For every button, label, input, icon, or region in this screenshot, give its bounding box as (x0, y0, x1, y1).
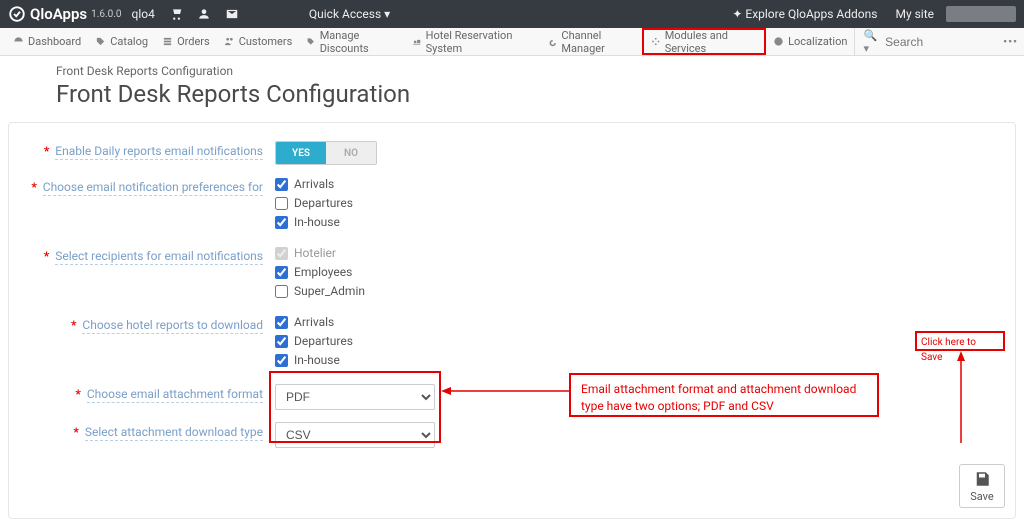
page-title: Front Desk Reports Configuration (56, 80, 1008, 108)
nav-localization[interactable]: Localization (766, 28, 854, 55)
search-icon[interactable]: 🔍 ▾ (863, 29, 881, 55)
recip-hotelier-checkbox (275, 247, 288, 260)
breadcrumb: Front Desk Reports Configuration (56, 64, 1008, 78)
my-site-link[interactable]: My site (895, 7, 934, 21)
quick-access-menu[interactable]: Quick Access ▾ (309, 7, 390, 21)
annotation-arrow-left (441, 383, 571, 399)
recip-hotelier-label: Hotelier (294, 246, 336, 260)
toggle-yes[interactable]: YES (276, 142, 326, 164)
hotel-arrivals-label: Arrivals (294, 315, 334, 329)
hotel-inhouse-label: In-house (294, 353, 340, 367)
pref-label: Choose email notification preferences fo… (43, 180, 263, 196)
annotation-selects-box (269, 371, 441, 443)
nav-channel-manager[interactable]: Channel Manager (541, 28, 642, 55)
hotel-departures-label: Departures (294, 334, 353, 348)
hotel-arrivals-checkbox[interactable] (275, 316, 288, 329)
nav-catalog[interactable]: Catalog (88, 28, 155, 55)
recip-superadmin-checkbox[interactable] (275, 285, 288, 298)
save-icon (973, 470, 991, 488)
nav-modules-services[interactable]: Modules and Services (642, 28, 766, 55)
pref-arrivals-checkbox[interactable] (275, 178, 288, 191)
nav-dashboard[interactable]: Dashboard (6, 28, 88, 55)
pref-inhouse-label: In-house (294, 215, 340, 229)
recip-employees-label: Employees (294, 265, 352, 279)
nav-customers[interactable]: Customers (217, 28, 300, 55)
profile-placeholder[interactable] (946, 6, 1016, 22)
pref-departures-checkbox[interactable] (275, 197, 288, 210)
recip-superadmin-label: Super_Admin (294, 284, 365, 298)
recip-employees-checkbox[interactable] (275, 266, 288, 279)
pref-inhouse-checkbox[interactable] (275, 216, 288, 229)
explore-addons-link[interactable]: ✦ Explore QloApps Addons (732, 7, 877, 21)
nav-discounts[interactable]: Manage Discounts (299, 28, 405, 55)
hotel-label: Choose hotel reports to download (82, 318, 263, 334)
annotation-save-box: Click here to Save (915, 331, 1005, 351)
shop-name[interactable]: qlo4 (132, 7, 155, 21)
hotel-inhouse-checkbox[interactable] (275, 354, 288, 367)
pref-arrivals-label: Arrivals (294, 177, 334, 191)
overflow-menu[interactable]: ••• (1003, 35, 1018, 48)
mail-icon[interactable] (225, 7, 239, 22)
hotel-departures-checkbox[interactable] (275, 335, 288, 348)
cart-icon[interactable] (169, 7, 183, 22)
recip-label: Select recipients for email notification… (55, 249, 263, 265)
annotation-explain-text: Email attachment format and attachment d… (581, 381, 867, 415)
save-button-label: Save (970, 490, 994, 503)
version-label: 1.6.0.0 (91, 9, 121, 20)
brand-logo: QloApps (8, 5, 87, 23)
user-icon[interactable] (197, 7, 211, 22)
attach-label: Choose email attachment format (87, 387, 263, 403)
nav-orders[interactable]: Orders (155, 28, 217, 55)
enable-toggle[interactable]: YES NO (275, 141, 377, 165)
nav-hrs[interactable]: Hotel Reservation System (405, 28, 541, 55)
pref-departures-label: Departures (294, 196, 353, 210)
enable-label: Enable Daily reports email notifications (55, 144, 263, 160)
dltype-label: Select attachment download type (85, 425, 263, 441)
annotation-explain-box: Email attachment format and attachment d… (569, 373, 879, 417)
save-button[interactable]: Save (959, 464, 1005, 508)
search-input[interactable] (881, 31, 991, 53)
toggle-no[interactable]: NO (326, 142, 376, 164)
annotation-arrow-down (955, 351, 967, 443)
